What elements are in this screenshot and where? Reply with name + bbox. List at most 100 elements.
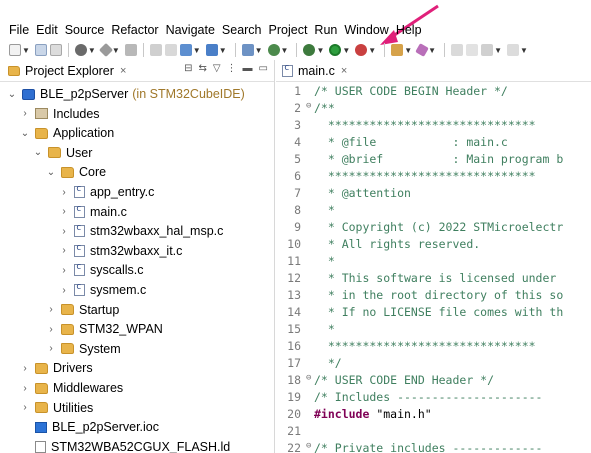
build-all-icon[interactable] xyxy=(124,44,137,56)
code-line[interactable]: 7 * @attention xyxy=(276,186,411,203)
tree-item[interactable]: ⌄ Core xyxy=(45,162,106,182)
filter-icon[interactable]: ▽ xyxy=(213,63,221,74)
link-with-editor-icon[interactable]: ⇆ xyxy=(198,63,206,74)
code-line[interactable]: 18 ⊖/* USER CODE END Header */ xyxy=(276,373,494,390)
settings-gear-icon[interactable] xyxy=(74,44,87,56)
menu-file[interactable]: File xyxy=(9,23,29,37)
menu-window[interactable]: Window xyxy=(344,23,388,37)
annotation-prev-icon[interactable] xyxy=(466,44,479,56)
code-line[interactable]: 11 * xyxy=(276,254,335,271)
toggle-mark-icon[interactable] xyxy=(149,44,162,56)
code-line[interactable]: 16 ****************************** xyxy=(276,339,535,356)
code-line[interactable]: 4 * @file : main.c xyxy=(276,135,508,152)
menu-search[interactable]: Search xyxy=(222,23,262,37)
tree-item[interactable]: › System xyxy=(45,339,120,359)
chevron-down-icon[interactable]: ⌄ xyxy=(19,128,31,139)
tree-item[interactable]: › app_entry.c xyxy=(58,182,154,202)
chevron-right-icon[interactable]: › xyxy=(45,343,57,354)
view-menu-icon[interactable]: ⋮ xyxy=(227,63,237,74)
chevron-right-icon[interactable]: › xyxy=(58,285,70,296)
save-all-icon[interactable] xyxy=(49,44,62,56)
run-dropdown-icon[interactable]: ▼ xyxy=(342,46,350,55)
chevron-right-icon[interactable]: › xyxy=(58,187,70,198)
code-line[interactable]: 8 * xyxy=(276,203,335,220)
code-line[interactable]: 10 * All rights reserved. xyxy=(276,237,480,254)
code-line[interactable]: 12 * This software is licensed under xyxy=(276,271,556,288)
menu-navigate[interactable]: Navigate xyxy=(166,23,215,37)
chevron-right-icon[interactable]: › xyxy=(19,383,31,394)
chevron-right-icon[interactable]: › xyxy=(19,402,31,413)
last-edit-dropdown-icon[interactable]: ▼ xyxy=(494,46,502,55)
run-button-icon[interactable] xyxy=(329,44,342,56)
tree-item[interactable]: › stm32wbaxx_it.c xyxy=(58,241,182,261)
external-tools-dropdown-icon[interactable]: ▼ xyxy=(368,46,376,55)
c-project-icon[interactable] xyxy=(241,44,254,56)
menu-source[interactable]: Source xyxy=(65,23,105,37)
toggle-block-icon[interactable] xyxy=(164,44,177,56)
generate-code-icon[interactable] xyxy=(205,44,218,56)
build-hammer-icon[interactable] xyxy=(98,42,113,58)
coverage-icon[interactable] xyxy=(267,44,280,56)
menu-edit[interactable]: Edit xyxy=(36,23,58,37)
new-dropdown-icon[interactable]: ▼ xyxy=(22,46,30,55)
save-icon[interactable] xyxy=(34,44,47,56)
tree-item[interactable]: › Includes xyxy=(19,104,99,124)
code-line[interactable]: 21 xyxy=(276,424,314,441)
code-line[interactable]: 9 * Copyright (c) 2022 STMicroelectr xyxy=(276,220,563,237)
menu-run[interactable]: Run xyxy=(314,23,337,37)
tree-item[interactable]: › main.c xyxy=(58,202,127,222)
open-type-dropdown-icon[interactable]: ▼ xyxy=(404,46,412,55)
tree-item[interactable]: ⌄ User xyxy=(32,143,93,163)
tree-item[interactable]: › STM32_WPAN xyxy=(45,319,163,339)
code-line[interactable]: 1 /* USER CODE BEGIN Header */ xyxy=(276,84,508,101)
device-config-icon[interactable] xyxy=(179,44,192,56)
tree-item[interactable]: › sysmem.c xyxy=(58,280,146,300)
build-dropdown-icon[interactable]: ▼ xyxy=(112,46,120,55)
tree-item[interactable]: BLE_p2pServer.ioc xyxy=(19,417,159,437)
menu-project[interactable]: Project xyxy=(269,23,308,37)
fold-toggle-icon[interactable]: ⊖ xyxy=(306,101,314,118)
search-dropdown-icon[interactable]: ▼ xyxy=(428,46,436,55)
code-line[interactable]: 14 * If no LICENSE file comes with th xyxy=(276,305,563,322)
code-line[interactable]: 17 */ xyxy=(276,356,342,373)
tree-item[interactable]: ⌄ BLE_p2pServer (in STM32CubeIDE) xyxy=(6,84,245,104)
debug-bug-icon[interactable] xyxy=(303,44,316,56)
new-icon[interactable] xyxy=(9,44,21,56)
close-icon[interactable]: × xyxy=(341,65,347,77)
code-line[interactable]: 19 /* Includes --------------------- xyxy=(276,390,542,407)
coverage-dropdown-icon[interactable]: ▼ xyxy=(281,46,289,55)
last-edit-icon[interactable] xyxy=(481,44,494,56)
chevron-right-icon[interactable]: › xyxy=(45,324,57,335)
chevron-right-icon[interactable]: › xyxy=(58,206,70,217)
tree-item[interactable]: ⌄ Application xyxy=(19,123,114,143)
code-line[interactable]: 13 * in the root directory of this so xyxy=(276,288,563,305)
tree-item[interactable]: › stm32wbaxx_hal_msp.c xyxy=(58,221,223,241)
generate-code-dropdown-icon[interactable]: ▼ xyxy=(219,46,227,55)
code-line[interactable]: 6 ****************************** xyxy=(276,169,536,186)
close-icon[interactable]: × xyxy=(120,65,126,77)
chevron-down-icon[interactable]: ⌄ xyxy=(32,147,44,158)
fold-toggle-icon[interactable]: ⊖ xyxy=(306,441,314,453)
tree-item[interactable]: STM32WBA52CGUX_FLASH.ld xyxy=(19,437,230,453)
chevron-right-icon[interactable]: › xyxy=(19,108,31,119)
back-icon[interactable] xyxy=(506,44,519,56)
chevron-right-icon[interactable]: › xyxy=(58,226,70,237)
chevron-right-icon[interactable]: › xyxy=(45,304,57,315)
tree-item[interactable]: › Drivers xyxy=(19,358,92,378)
menu-help[interactable]: Help xyxy=(396,23,422,37)
c-project-dropdown-icon[interactable]: ▼ xyxy=(255,46,263,55)
code-line[interactable]: 5 * @brief : Main program b xyxy=(276,152,563,169)
chevron-down-icon[interactable]: ⌄ xyxy=(6,89,18,100)
settings-dropdown-icon[interactable]: ▼ xyxy=(88,46,96,55)
fold-toggle-icon[interactable]: ⊖ xyxy=(306,373,314,390)
maximize-icon[interactable]: ▭ xyxy=(259,63,268,74)
search-wand-icon[interactable] xyxy=(415,43,429,57)
code-line[interactable]: 3 ****************************** xyxy=(276,118,536,135)
tree-item[interactable]: › syscalls.c xyxy=(58,260,143,280)
debug-dropdown-icon[interactable]: ▼ xyxy=(316,46,324,55)
tree-item[interactable]: › Utilities xyxy=(19,398,93,418)
menu-refactor[interactable]: Refactor xyxy=(111,23,158,37)
tree-item[interactable]: › Middlewares xyxy=(19,378,123,398)
external-tools-icon[interactable] xyxy=(355,44,368,56)
code-line[interactable]: 2 ⊖/** xyxy=(276,101,335,118)
